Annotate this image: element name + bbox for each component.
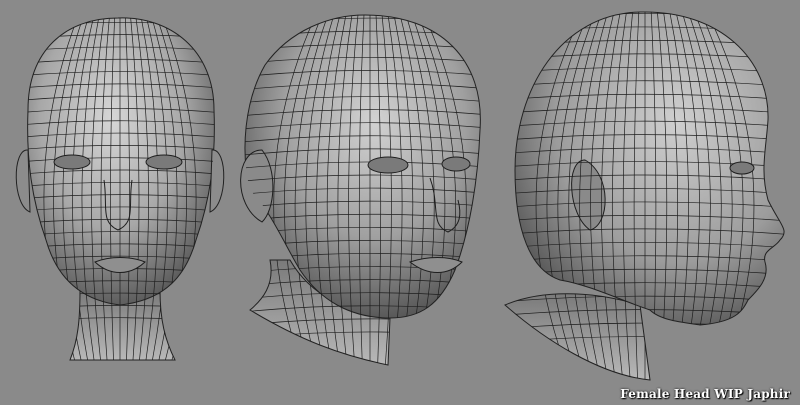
- side-head-view: [504, 11, 785, 381]
- wireframe-render-canvas: [15, 11, 785, 381]
- front-head-view: [15, 17, 225, 361]
- three-quarter-head-view: [240, 14, 481, 366]
- image-caption: Female Head WIP Japhir: [620, 387, 790, 401]
